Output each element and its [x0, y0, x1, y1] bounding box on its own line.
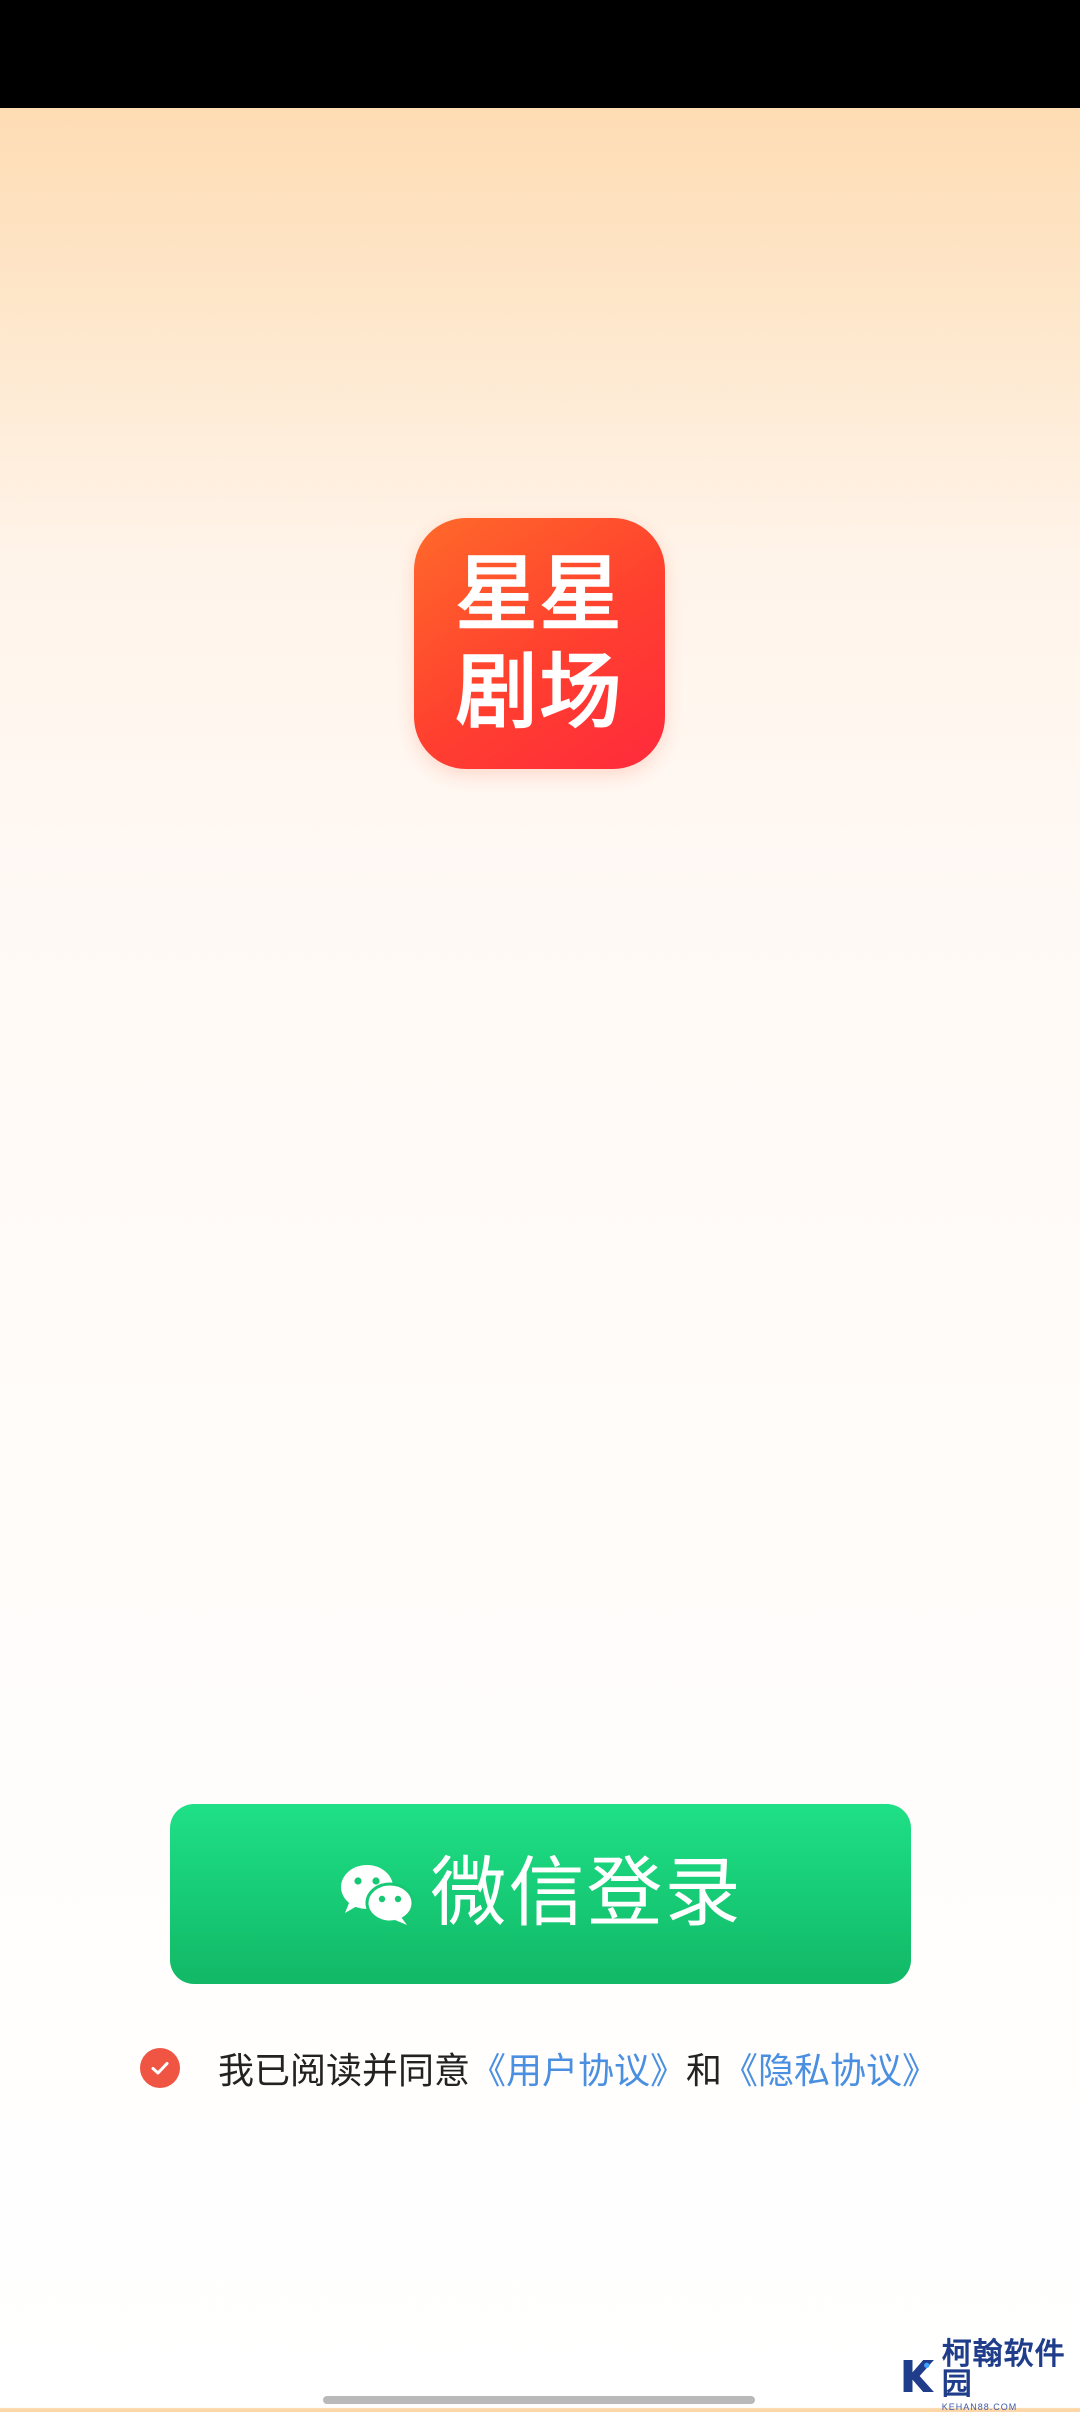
app-logo: 星星 剧场 [414, 518, 665, 769]
privacy-agreement-link[interactable]: 《隐私协议》 [722, 2042, 938, 2094]
app-logo-line1: 星星 [455, 546, 624, 642]
home-indicator[interactable] [323, 2396, 755, 2404]
status-bar [0, 0, 1080, 108]
app-logo-line2: 剧场 [455, 644, 624, 740]
wechat-login-label: 微信登录 [430, 1851, 743, 1936]
watermark: 柯翰软件园 KEHAN88.COM [900, 2340, 1080, 2412]
agreement-conjunction: 和 [686, 2051, 723, 2092]
watermark-name: 柯翰软件园 [941, 2337, 1066, 2402]
wechat-login-button[interactable]: 微信登录 [170, 1804, 911, 1984]
agree-checkbox[interactable] [140, 2048, 180, 2088]
agreement-prefix: 我已阅读并同意 [218, 2051, 471, 2092]
watermark-logo-icon [903, 2359, 934, 2393]
user-agreement-link[interactable]: 《用户协议》 [470, 2042, 686, 2094]
agreement-row: 我已阅读并同意 《用户协议》 和 《隐私协议》 [140, 2040, 938, 2096]
wechat-icon [340, 1865, 414, 1925]
check-icon [151, 2062, 169, 2075]
